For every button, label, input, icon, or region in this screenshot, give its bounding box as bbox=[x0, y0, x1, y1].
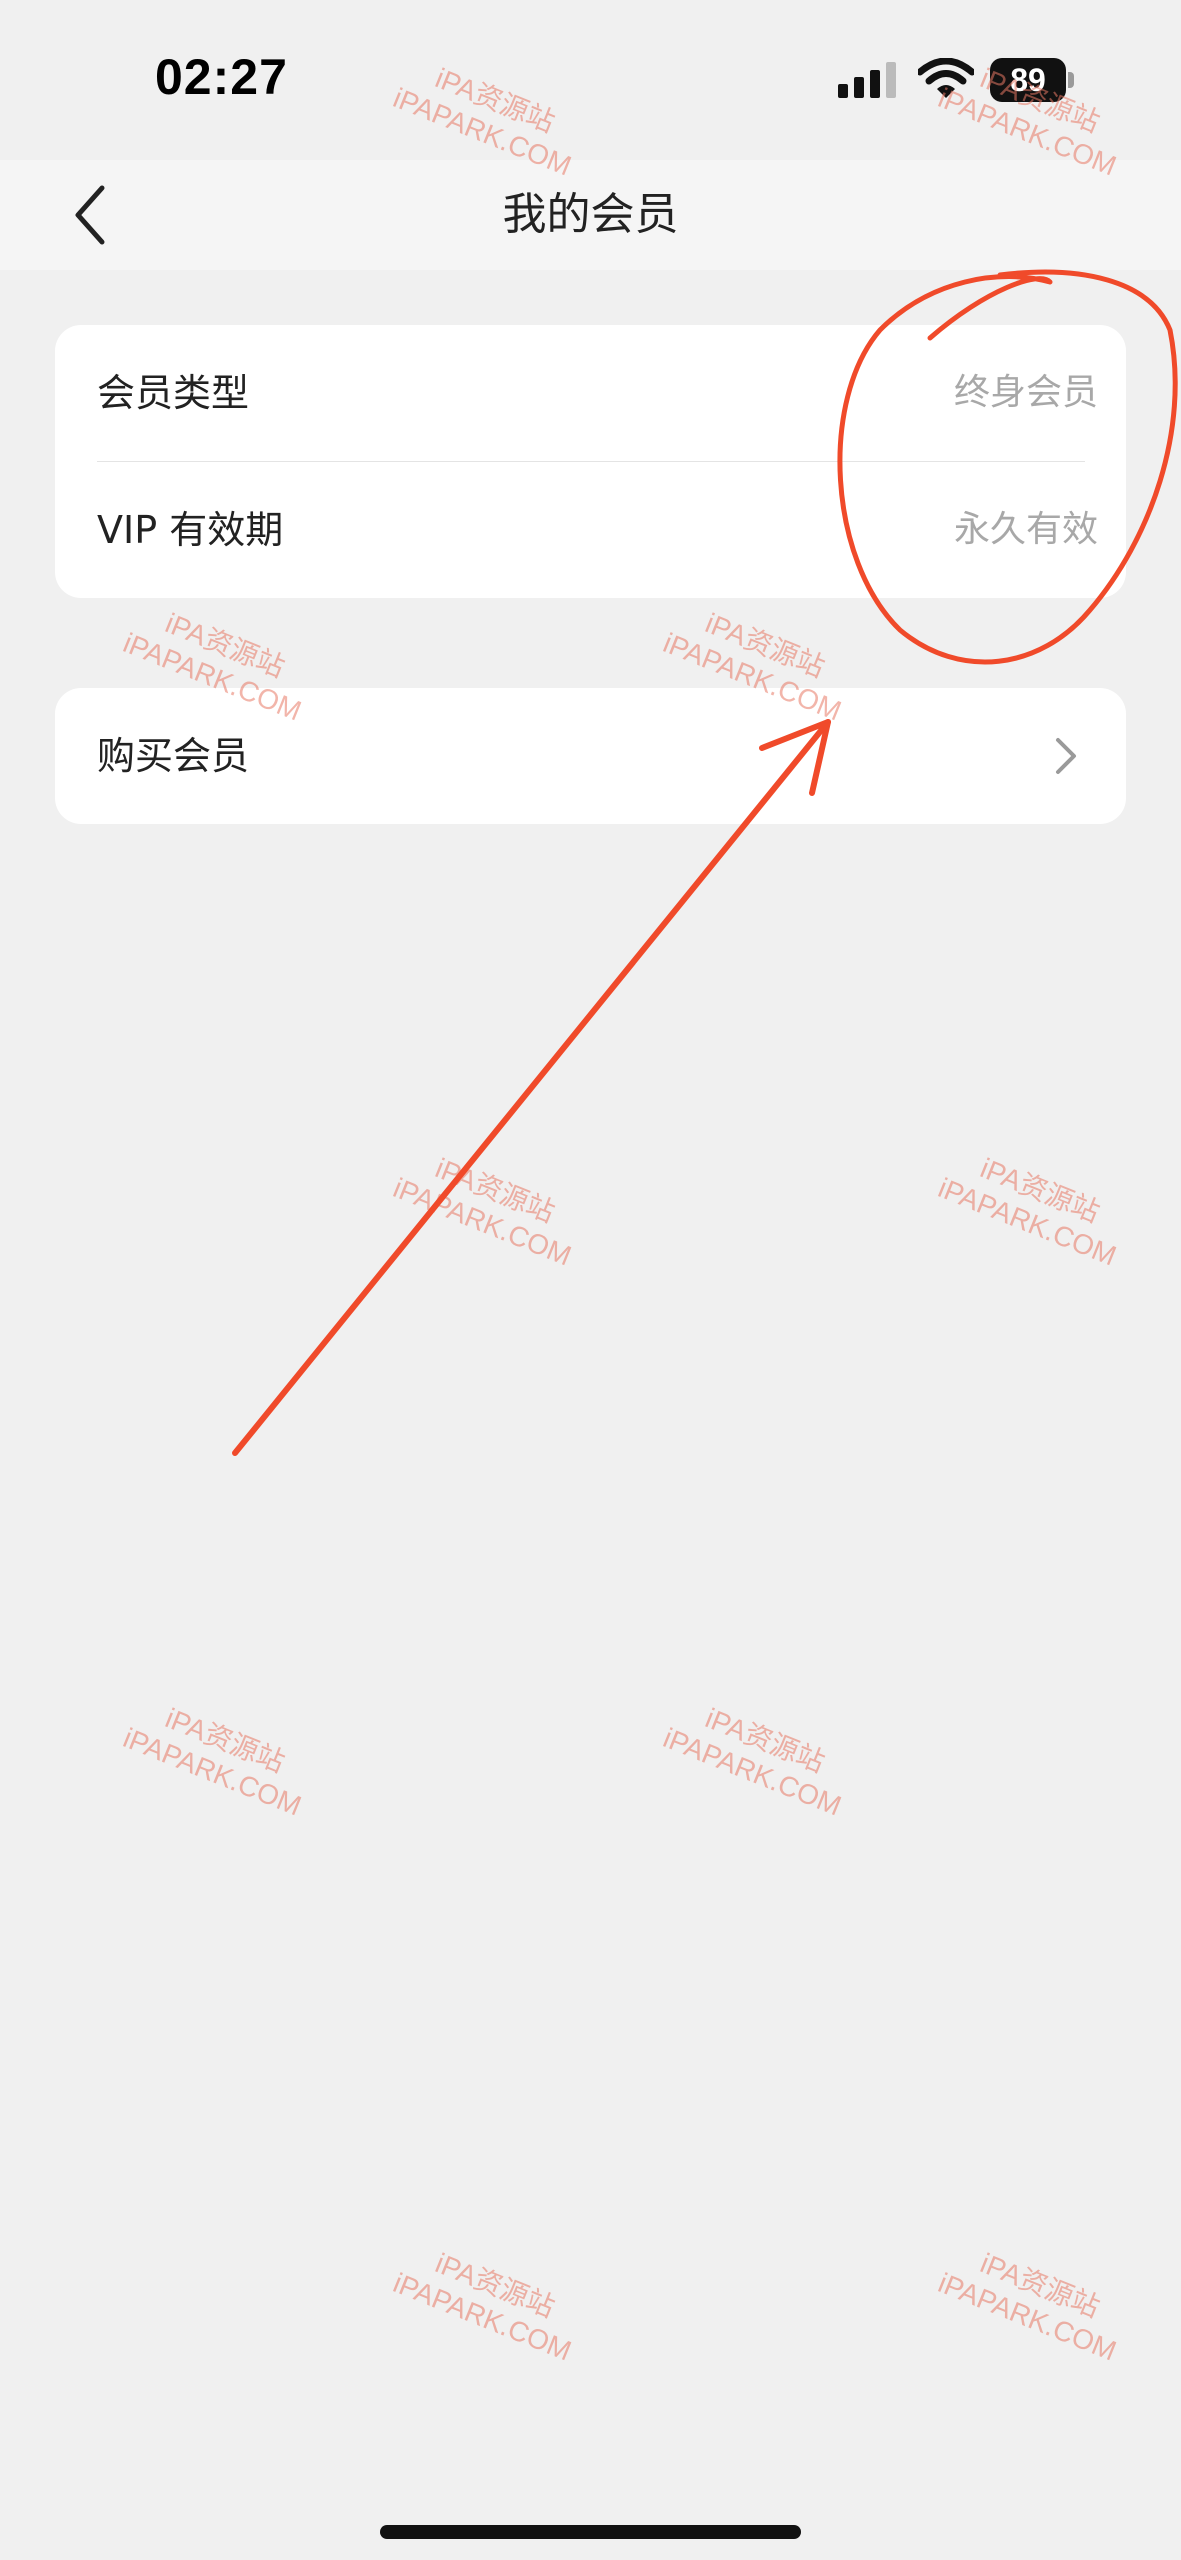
battery-level: 89 bbox=[1010, 62, 1046, 98]
home-indicator[interactable] bbox=[380, 2525, 801, 2539]
buy-membership-label: 购买会员 bbox=[97, 734, 250, 778]
watermark: iPA资源站 iPAPARK.COM bbox=[659, 1702, 846, 1822]
watermark: iPA资源站 iPAPARK.COM bbox=[934, 2247, 1121, 2367]
page-title: 我的会员 bbox=[502, 189, 679, 240]
vip-validity-row: VIP 有效期 永久有效 bbox=[55, 462, 1126, 598]
chevron-right-icon bbox=[1056, 738, 1076, 774]
signal-icon bbox=[838, 62, 896, 98]
nav-bar: 我的会员 bbox=[0, 160, 1181, 270]
back-button[interactable] bbox=[60, 180, 130, 250]
buy-membership-button[interactable]: 购买会员 bbox=[55, 688, 1126, 824]
wifi-icon bbox=[918, 58, 974, 98]
watermark: iPA资源站 iPAPARK.COM bbox=[389, 1152, 576, 1272]
membership-info-card: 会员类型 终身会员 VIP 有效期 永久有效 bbox=[55, 325, 1126, 598]
battery-cap bbox=[1068, 72, 1074, 88]
membership-type-label: 会员类型 bbox=[97, 371, 250, 415]
chevron-left-icon bbox=[75, 185, 105, 245]
vip-validity-label: VIP 有效期 bbox=[97, 508, 284, 552]
watermark: iPA资源站 iPAPARK.COM bbox=[389, 2247, 576, 2367]
watermark: iPA资源站 iPAPARK.COM bbox=[119, 1702, 306, 1822]
watermark: iPA资源站 iPAPARK.COM bbox=[934, 1152, 1121, 1272]
status-time: 02:27 bbox=[155, 49, 288, 105]
status-bar: 02:27 89 bbox=[0, 0, 1181, 160]
membership-type-value: 终身会员 bbox=[953, 372, 1098, 413]
membership-type-row: 会员类型 终身会员 bbox=[55, 325, 1126, 461]
battery-icon: 89 bbox=[990, 58, 1076, 102]
vip-validity-value: 永久有效 bbox=[953, 509, 1098, 550]
buy-membership-row[interactable]: 购买会员 bbox=[55, 688, 1126, 824]
annotation-arrow-line bbox=[232, 719, 831, 1456]
